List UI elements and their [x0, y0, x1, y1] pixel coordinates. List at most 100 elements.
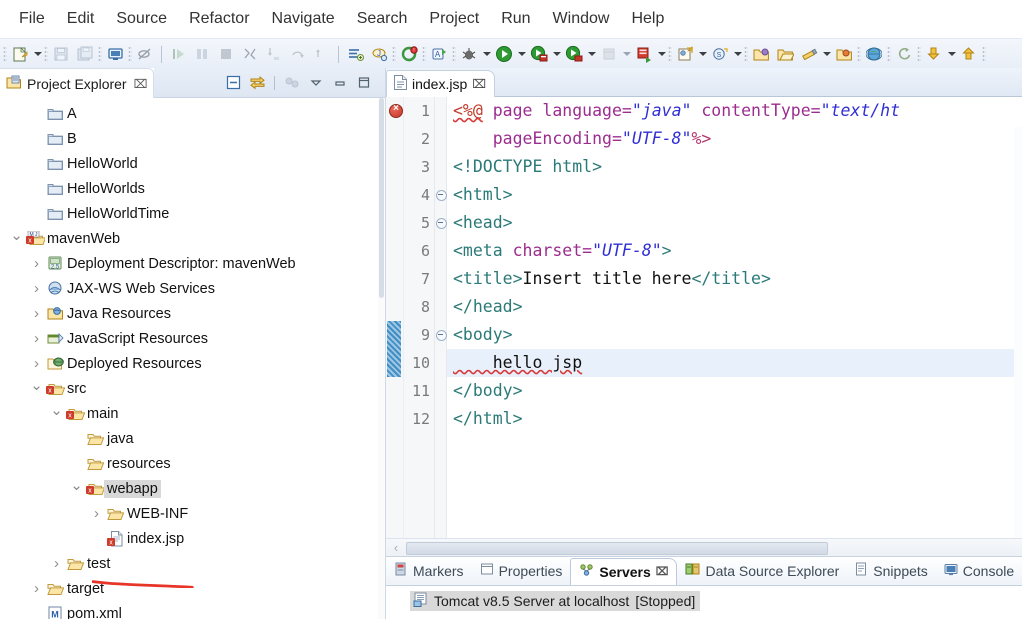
chevron-down-icon[interactable]	[68, 481, 85, 496]
tree-item-javascript-resources[interactable]: JavaScript Resources	[0, 326, 385, 351]
save-all-icon[interactable]	[74, 43, 96, 65]
editor-horizontal-scrollbar[interactable]: ‹	[386, 538, 1022, 556]
run-on-server-icon[interactable]	[528, 43, 550, 65]
chevron-right-icon[interactable]	[28, 331, 45, 346]
chevron-down-icon[interactable]	[8, 231, 25, 246]
resume-icon[interactable]	[167, 43, 189, 65]
error-marker-icon[interactable]	[389, 103, 403, 119]
toolbar-drag-handle[interactable]	[3, 45, 7, 63]
view-menu-icon[interactable]	[305, 73, 327, 93]
new-jsp-icon[interactable]	[104, 43, 126, 65]
save-icon[interactable]	[50, 43, 72, 65]
run-dropdown-arrow[interactable]	[516, 43, 527, 65]
new-wizard-icon[interactable]	[9, 43, 31, 65]
chevron-right-icon[interactable]	[48, 556, 65, 571]
bottom-tab-properties[interactable]: Properties	[472, 557, 571, 585]
fold-toggle-icon[interactable]	[435, 181, 447, 209]
code-line[interactable]: hello jsp	[447, 349, 1022, 378]
tree-item-web-inf[interactable]: WEB-INF	[0, 501, 385, 526]
menu-project[interactable]: Project	[418, 8, 490, 30]
disconnect-icon[interactable]	[239, 43, 261, 65]
menu-refactor[interactable]: Refactor	[178, 8, 260, 30]
external-tools-icon[interactable]	[598, 43, 620, 65]
editor-fold-column[interactable]	[435, 97, 447, 539]
open-type-icon[interactable]: J	[368, 43, 390, 65]
tree-item-helloworld[interactable]: HelloWorld	[0, 151, 385, 176]
globe-icon[interactable]	[863, 43, 885, 65]
code-line[interactable]: <!DOCTYPE html>	[453, 153, 1022, 181]
coverage-dropdown-arrow[interactable]	[586, 43, 597, 65]
menu-help[interactable]: Help	[620, 8, 675, 30]
code-editor[interactable]: 123456789101112 <%@ page language="java"…	[386, 97, 1022, 539]
servers-view-content[interactable]: Tomcat v8.5 Server at localhost [Stopped…	[386, 585, 1022, 619]
tree-item-java-resources[interactable]: Java Resources	[0, 301, 385, 326]
chevron-right-icon[interactable]	[28, 581, 45, 596]
tree-item-resources[interactable]: resources	[0, 451, 385, 476]
editor-marker-column[interactable]	[386, 97, 404, 539]
terminate-icon[interactable]	[215, 43, 237, 65]
tab-index-jsp[interactable]: index.jsp ⌧	[386, 70, 496, 98]
bottom-tab-console[interactable]: Console	[936, 557, 1022, 585]
edit-dropdown-arrow[interactable]	[821, 43, 832, 65]
run-on-server-dropdown-arrow[interactable]	[551, 43, 562, 65]
step-return-icon[interactable]	[311, 43, 333, 65]
new-class-icon[interactable]: S	[709, 43, 731, 65]
menu-file[interactable]: File	[8, 8, 56, 30]
tree-item-index-jsp[interactable]: x index.jsp	[0, 526, 385, 551]
tree-item-helloworldtime[interactable]: HelloWorldTime	[0, 201, 385, 226]
debug-dropdown-arrow[interactable]	[481, 43, 492, 65]
download-dropdown-arrow[interactable]	[946, 43, 957, 65]
run-icon[interactable]	[493, 43, 515, 65]
code-line[interactable]: <%@ page language="java" contentType="te…	[453, 97, 1022, 125]
bottom-tab-data-source-explorer[interactable]: Data Source Explorer	[677, 557, 847, 585]
tree-item-src[interactable]: x src	[0, 376, 385, 401]
code-line[interactable]: </body>	[453, 377, 1022, 405]
scroll-left-icon[interactable]: ‹	[386, 540, 406, 555]
fold-toggle-icon[interactable]	[435, 209, 447, 237]
tree-item-b[interactable]: B	[0, 126, 385, 151]
tree-item-target[interactable]: target	[0, 576, 385, 601]
tree-item-java[interactable]: java	[0, 426, 385, 451]
external-tools-dropdown-arrow[interactable]	[621, 43, 632, 65]
step-into-icon[interactable]	[263, 43, 285, 65]
menu-run[interactable]: Run	[490, 8, 541, 30]
project-explorer-scrollbar[interactable]	[378, 98, 385, 619]
new-wizard-dropdown-arrow[interactable]	[32, 43, 43, 65]
new-server-dropdown-arrow[interactable]	[656, 43, 667, 65]
scrollbar-thumb[interactable]	[379, 98, 384, 298]
open-task-icon[interactable]	[344, 43, 366, 65]
new-java-project-dropdown-arrow[interactable]	[697, 43, 708, 65]
close-icon[interactable]: ⌧	[472, 77, 486, 91]
code-line[interactable]: </html>	[453, 405, 1022, 433]
collapse-all-icon[interactable]	[222, 73, 244, 93]
tree-item-main[interactable]: x main	[0, 401, 385, 426]
chevron-right-icon[interactable]	[28, 256, 45, 271]
fold-toggle-icon[interactable]	[435, 321, 447, 349]
minimize-icon[interactable]	[329, 73, 351, 93]
bottom-tab-snippets[interactable]: Snippets	[847, 557, 935, 585]
hscroll-thumb[interactable]	[406, 542, 828, 556]
upload-icon[interactable]	[958, 43, 980, 65]
menu-edit[interactable]: Edit	[56, 8, 106, 30]
new-server-icon[interactable]	[633, 43, 655, 65]
chevron-down-icon[interactable]	[48, 406, 65, 421]
bottom-tab-servers[interactable]: Servers ⌧	[570, 557, 678, 585]
edit-icon[interactable]	[798, 43, 820, 65]
code-line[interactable]: <head>	[453, 209, 1022, 237]
close-icon[interactable]: ⌧	[134, 77, 148, 91]
tree-item-pom-xml[interactable]: Mpom.xml	[0, 601, 385, 619]
menu-navigate[interactable]: Navigate	[261, 8, 346, 30]
bottom-tab-markers[interactable]: Markers	[386, 557, 472, 585]
tree-item-webapp[interactable]: x webapp	[0, 476, 385, 501]
tree-item-mavenweb[interactable]: M JxmavenWeb	[0, 226, 385, 251]
open-file-icon[interactable]	[774, 43, 796, 65]
code-line[interactable]: <title>Insert title here</title>	[453, 265, 1022, 293]
chevron-right-icon[interactable]	[28, 356, 45, 371]
code-line[interactable]: <html>	[453, 181, 1022, 209]
chevron-right-icon[interactable]	[28, 281, 45, 296]
refresh-icon[interactable]	[893, 43, 915, 65]
maximize-icon[interactable]	[353, 73, 375, 93]
menu-search[interactable]: Search	[346, 8, 419, 30]
close-icon[interactable]: ⌧	[656, 565, 669, 578]
step-over-icon[interactable]	[287, 43, 309, 65]
